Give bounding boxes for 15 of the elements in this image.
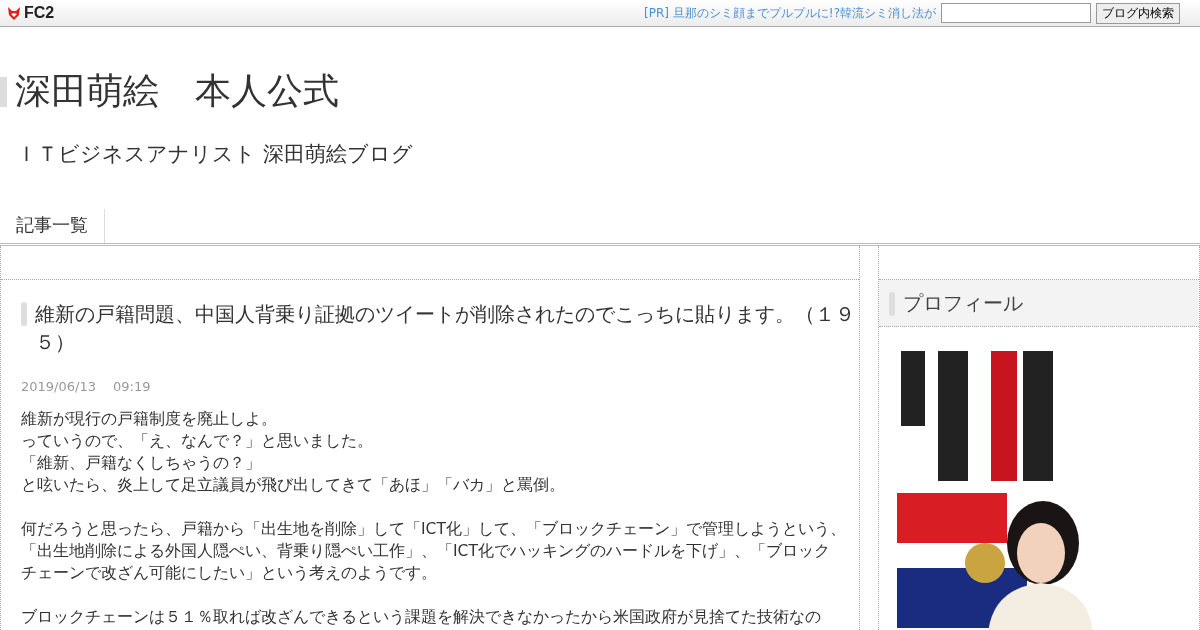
- blog-title[interactable]: 深田萌絵 本人公式: [15, 67, 339, 116]
- fox-icon: [6, 5, 22, 21]
- paragraph: ブロックチェーンは５１％取れば改ざんできるという課題を解決できなかったから米国政府が見捨てた技術なの: [21, 607, 822, 628]
- post-title[interactable]: 維新の戸籍問題、中国人背乗り証拠のツイートが削除されたのでこっちに貼ります。（１９５）: [35, 300, 855, 356]
- nav-tab[interactable]: 記事一覧: [0, 209, 105, 243]
- sidebar-heading: プロフィール: [903, 289, 1023, 317]
- search-button[interactable]: ブログ内検索: [1096, 2, 1180, 24]
- search-field[interactable]: [941, 3, 1091, 23]
- title-marker: [0, 76, 7, 107]
- post-date: 2019/06/13 09:19: [21, 378, 152, 396]
- paragraph: 何だろうと思ったら、戸籍から「出生地を削除」して「ICT化」して、「ブロックチェーン」で管理しようという、 「出生地削除による外国人隠ぺい、背乗り隠ぺい工作」、「ICT化でハッキングのハードルを下げ」、「ブロック チェーンで改ざん可能にしたい」という考えのようです。: [21, 519, 847, 584]
- logo[interactable]: FC2: [6, 4, 55, 22]
- paragraph: 維新が現行の戸籍制度を廃止しよ。 っていうので、「え、なんで？」と思いました。 「維新、戸籍なくしちゃうの？」 と呟いたら、炎上して足立議員が飛び出してきて「あほ」「バカ」と罵倒。: [21, 409, 566, 496]
- title-marker: [21, 302, 27, 326]
- blog-subtitle: ＩＴビジネスアナリスト 深田萌絵ブログ: [16, 141, 414, 168]
